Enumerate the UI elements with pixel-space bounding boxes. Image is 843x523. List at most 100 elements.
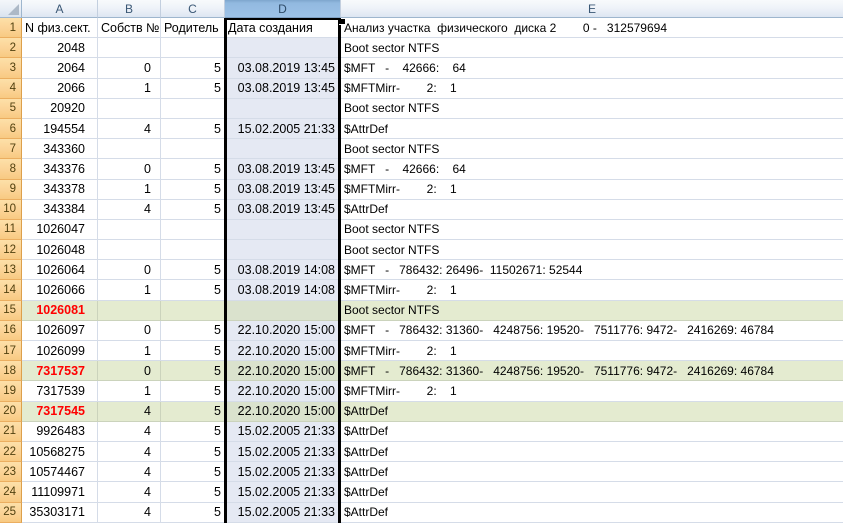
cell-C5[interactable]: [161, 98, 225, 119]
cell-D4[interactable]: 03.08.2019 13:45: [225, 78, 341, 99]
cell-A16[interactable]: 1026097: [22, 320, 98, 341]
row-header-25[interactable]: 25: [0, 502, 22, 523]
cell-A20[interactable]: 7317545: [22, 401, 98, 422]
cell-C18[interactable]: 5: [161, 361, 225, 382]
cell-D5[interactable]: [225, 98, 341, 119]
cell-B6[interactable]: 4: [98, 118, 161, 140]
cell-B16[interactable]: 0: [98, 320, 161, 341]
row-header-9[interactable]: 9: [0, 179, 22, 200]
column-header-b[interactable]: B: [98, 0, 161, 18]
cell-C13[interactable]: 5: [161, 260, 225, 281]
cell-A22[interactable]: 10568275: [22, 441, 98, 463]
row-header-14[interactable]: 14: [0, 280, 22, 301]
cell-B17[interactable]: 1: [98, 341, 161, 362]
cell-C20[interactable]: 5: [161, 401, 225, 422]
cell-D1[interactable]: Дата создания: [225, 18, 341, 39]
row-header-11[interactable]: 11: [0, 219, 22, 241]
cell-C12[interactable]: [161, 240, 225, 261]
column-header-e[interactable]: E: [341, 0, 843, 18]
cell-A9[interactable]: 343378: [22, 179, 98, 200]
cell-A7[interactable]: 343360: [22, 139, 98, 160]
row-header-16[interactable]: 16: [0, 320, 22, 341]
cell-B3[interactable]: 0: [98, 58, 161, 79]
cell-D15[interactable]: [225, 300, 341, 321]
cell-B23[interactable]: 4: [98, 462, 161, 483]
cell-D24[interactable]: 15.02.2005 21:33: [225, 482, 341, 503]
cell-C22[interactable]: 5: [161, 441, 225, 463]
cell-E18[interactable]: $MFT - 786432: 31360- 4248756: 19520- 75…: [341, 361, 843, 382]
cell-C23[interactable]: 5: [161, 462, 225, 483]
cell-C6[interactable]: 5: [161, 118, 225, 140]
cell-C3[interactable]: 5: [161, 58, 225, 79]
cell-D25[interactable]: 15.02.2005 21:33: [225, 502, 341, 523]
cell-A5[interactable]: 20920: [22, 98, 98, 119]
cell-A12[interactable]: 1026048: [22, 240, 98, 261]
cell-A4[interactable]: 2066: [22, 78, 98, 99]
cell-E1[interactable]: Анализ участка физического диска 2 0 - 3…: [341, 18, 843, 39]
select-all-corner[interactable]: [0, 0, 22, 18]
cell-D21[interactable]: 15.02.2005 21:33: [225, 421, 341, 442]
row-header-7[interactable]: 7: [0, 139, 22, 160]
cell-E23[interactable]: $AttrDef: [341, 462, 843, 483]
cell-A10[interactable]: 343384: [22, 199, 98, 220]
cell-C10[interactable]: 5: [161, 199, 225, 220]
cell-B19[interactable]: 1: [98, 381, 161, 402]
row-header-22[interactable]: 22: [0, 441, 22, 463]
column-header-d-selected[interactable]: D: [225, 0, 341, 18]
cell-A23[interactable]: 10574467: [22, 462, 98, 483]
cell-B21[interactable]: 4: [98, 421, 161, 442]
cell-C2[interactable]: [161, 38, 225, 59]
cell-A2[interactable]: 2048: [22, 38, 98, 59]
cell-D10[interactable]: 03.08.2019 13:45: [225, 199, 341, 220]
row-header-24[interactable]: 24: [0, 482, 22, 503]
cell-D6[interactable]: 15.02.2005 21:33: [225, 118, 341, 140]
row-header-18[interactable]: 18: [0, 361, 22, 382]
cell-A19[interactable]: 7317539: [22, 381, 98, 402]
row-header-10[interactable]: 10: [0, 199, 22, 220]
cell-D16[interactable]: 22.10.2020 15:00: [225, 320, 341, 341]
cell-D20[interactable]: 22.10.2020 15:00: [225, 401, 341, 422]
cell-B15[interactable]: [98, 300, 161, 321]
cell-E15[interactable]: Boot sector NTFS: [341, 301, 843, 321]
cell-E4[interactable]: $MFTMirr- 2: 1: [341, 79, 843, 99]
cell-E11[interactable]: Boot sector NTFS: [341, 220, 843, 241]
cell-E9[interactable]: $MFTMirr- 2: 1: [341, 180, 843, 200]
cell-A14[interactable]: 1026066: [22, 280, 98, 301]
cell-E17[interactable]: $MFTMirr- 2: 1: [341, 341, 843, 362]
cell-B4[interactable]: 1: [98, 78, 161, 99]
cell-B1[interactable]: Собств №: [98, 18, 161, 39]
cell-A8[interactable]: 343376: [22, 159, 98, 180]
cell-D22[interactable]: 15.02.2005 21:33: [225, 441, 341, 463]
cell-E24[interactable]: $AttrDef: [341, 482, 843, 503]
cell-D7[interactable]: [225, 139, 341, 160]
cell-D11[interactable]: [225, 219, 341, 241]
cell-E12[interactable]: Boot sector NTFS: [341, 240, 843, 261]
cell-C15[interactable]: [161, 300, 225, 321]
cell-D3[interactable]: 03.08.2019 13:45: [225, 58, 341, 79]
cell-A24[interactable]: 11109971: [22, 482, 98, 503]
cell-B8[interactable]: 0: [98, 159, 161, 180]
cell-B11[interactable]: [98, 219, 161, 241]
cell-D2[interactable]: [225, 38, 341, 59]
row-header-20[interactable]: 20: [0, 401, 22, 422]
row-header-12[interactable]: 12: [0, 240, 22, 261]
cell-C7[interactable]: [161, 139, 225, 160]
cell-A15[interactable]: 1026081: [22, 300, 98, 321]
cell-C25[interactable]: 5: [161, 502, 225, 523]
cell-B10[interactable]: 4: [98, 199, 161, 220]
cell-A17[interactable]: 1026099: [22, 341, 98, 362]
column-header-c[interactable]: C: [161, 0, 225, 18]
cell-E22[interactable]: $AttrDef: [341, 442, 843, 463]
cell-D12[interactable]: [225, 240, 341, 261]
cell-E7[interactable]: Boot sector NTFS: [341, 139, 843, 160]
cell-B5[interactable]: [98, 98, 161, 119]
cell-C19[interactable]: 5: [161, 381, 225, 402]
row-header-1[interactable]: 1: [0, 18, 22, 39]
cell-D18[interactable]: 22.10.2020 15:00: [225, 361, 341, 382]
cell-C4[interactable]: 5: [161, 78, 225, 99]
row-header-23[interactable]: 23: [0, 462, 22, 483]
cell-E14[interactable]: $MFTMirr- 2: 1: [341, 280, 843, 301]
row-header-15[interactable]: 15: [0, 300, 22, 321]
cell-A13[interactable]: 1026064: [22, 260, 98, 281]
cell-B2[interactable]: [98, 38, 161, 59]
